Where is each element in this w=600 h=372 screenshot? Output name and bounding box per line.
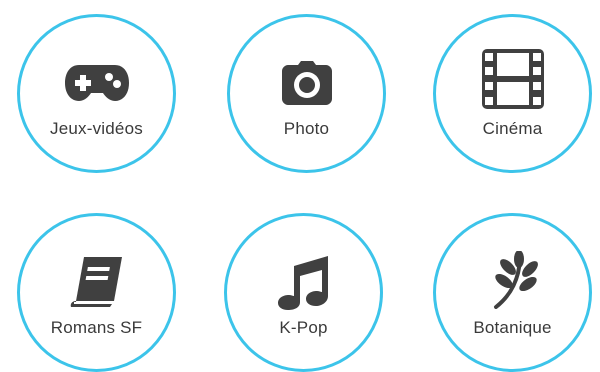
hobby-label: Jeux-vidéos	[50, 119, 143, 138]
film-icon	[481, 49, 545, 109]
hobby-label: Photo	[283, 119, 330, 138]
hobby-romans-sf[interactable]: Romans SF	[17, 213, 176, 372]
camera-icon	[275, 55, 339, 111]
hobby-label: Romans SF	[50, 318, 143, 337]
hobby-k-pop[interactable]: K-Pop	[224, 213, 383, 372]
hobby-label: Botanique	[473, 318, 552, 337]
leaf-branch-icon	[481, 251, 545, 309]
hobby-botanique[interactable]: Botanique	[433, 213, 592, 372]
hobby-jeux-videos[interactable]: Jeux-vidéos	[17, 14, 176, 173]
music-note-icon	[272, 254, 336, 310]
gamepad-icon	[64, 55, 129, 111]
hobby-label: Cinéma	[482, 119, 543, 138]
hobby-photo[interactable]: Photo	[227, 14, 386, 173]
book-icon	[65, 254, 129, 310]
hobby-cinema[interactable]: Cinéma	[433, 14, 592, 173]
hobby-label: K-Pop	[279, 318, 328, 337]
